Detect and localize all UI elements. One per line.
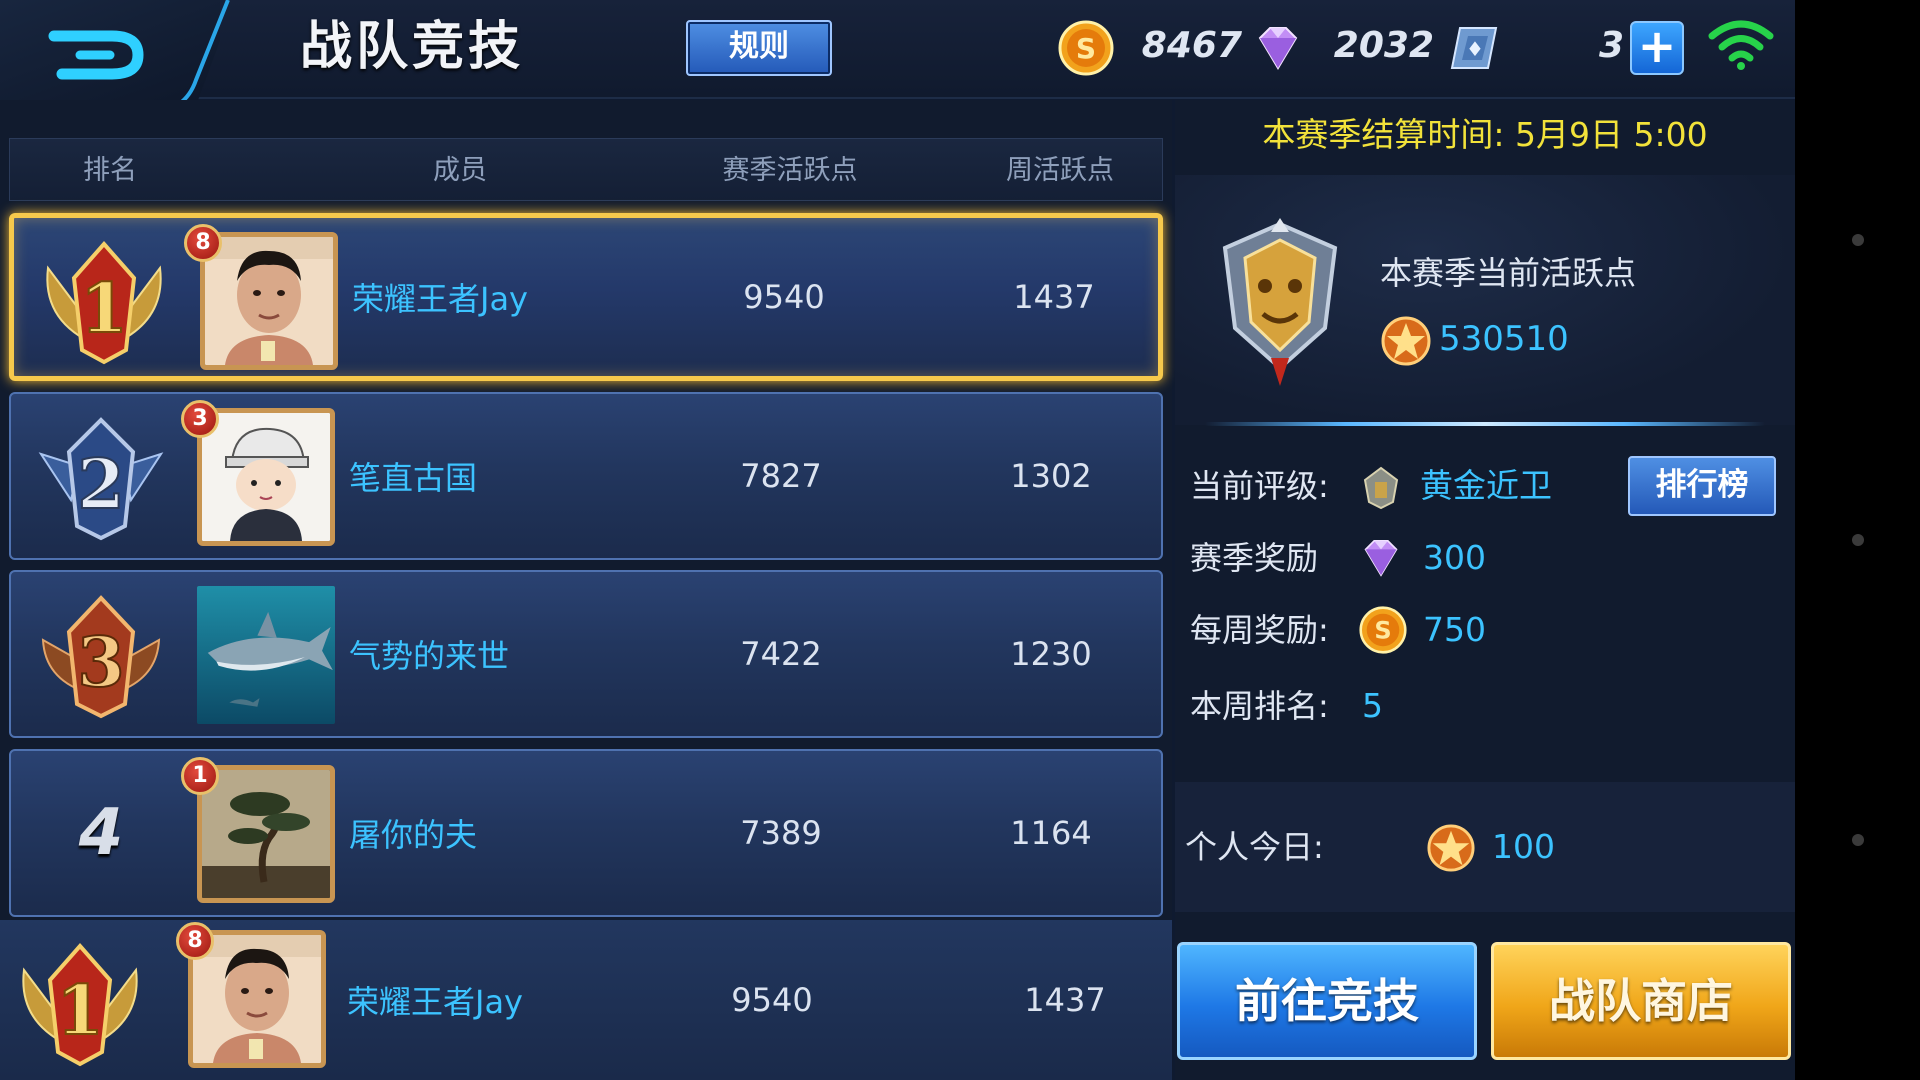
star-medal-icon bbox=[1427, 824, 1475, 872]
svg-text:3: 3 bbox=[77, 623, 124, 703]
svg-text:2: 2 bbox=[77, 445, 124, 525]
gold-coin-icon: S bbox=[1058, 20, 1114, 76]
silver-rank-badge-icon: 2 bbox=[38, 417, 164, 541]
level-badge: 8 bbox=[176, 922, 214, 960]
member-name: 气势的来世 bbox=[349, 637, 510, 675]
wifi-signal-icon bbox=[1708, 20, 1774, 70]
page-title: 战队竞技 bbox=[300, 17, 525, 77]
weekly-points: 1230 bbox=[1010, 635, 1092, 673]
rating-value: 黄金近卫 bbox=[1420, 466, 1552, 505]
diamond-icon bbox=[1258, 27, 1298, 70]
man-portrait-icon bbox=[205, 237, 333, 365]
column-season-points: 赛季活跃点 bbox=[722, 155, 858, 186]
personal-today-box: 个人今日: 100 bbox=[1175, 782, 1795, 912]
bonsai-tree-icon bbox=[202, 770, 330, 898]
season-score-label: 本赛季当前活跃点 bbox=[1380, 254, 1637, 292]
svg-text:S: S bbox=[1374, 617, 1391, 645]
rank-number: 4 bbox=[78, 796, 124, 870]
svg-text:1: 1 bbox=[80, 269, 127, 349]
gold-coin-icon: S bbox=[1359, 606, 1407, 654]
season-points: 9540 bbox=[743, 278, 825, 316]
season-score-value: 530510 bbox=[1439, 319, 1569, 359]
cartoon-boy-icon bbox=[202, 413, 330, 541]
column-weekly-points: 周活跃点 bbox=[1006, 155, 1114, 186]
leaderboard-button[interactable]: 排行榜 bbox=[1628, 456, 1776, 516]
level-badge: 8 bbox=[184, 224, 222, 262]
add-currency-button[interactable]: + bbox=[1630, 21, 1684, 75]
week-rank-value: 5 bbox=[1362, 686, 1383, 725]
table-header: 排名 成员 赛季活跃点 周活跃点 bbox=[9, 138, 1163, 201]
table-row[interactable]: 3 气势的来世 7422 1230 bbox=[9, 570, 1163, 738]
table-row[interactable]: 2 3 笔直古国 7827 1302 bbox=[9, 392, 1163, 560]
column-member: 成员 bbox=[433, 155, 487, 186]
diamond-icon bbox=[1364, 540, 1398, 577]
weekly-points: 1437 bbox=[1013, 278, 1095, 316]
nav-dot[interactable] bbox=[1852, 534, 1864, 546]
gold-rank-badge-icon: 1 bbox=[46, 240, 162, 365]
gold-amount: 8467 bbox=[1141, 25, 1242, 66]
go-compete-button[interactable]: 前往竞技 bbox=[1177, 942, 1477, 1060]
bronze-rank-badge-icon: 3 bbox=[41, 595, 161, 719]
season-settlement-time: 本赛季结算时间: 5月9日 5:00 bbox=[1262, 115, 1708, 154]
svg-text:1: 1 bbox=[56, 971, 103, 1051]
weekly-reward-value: 750 bbox=[1423, 610, 1486, 649]
team-shop-button[interactable]: 战队商店 bbox=[1491, 942, 1791, 1060]
member-avatar[interactable] bbox=[197, 408, 335, 546]
season-reward-value: 300 bbox=[1423, 538, 1486, 577]
member-avatar[interactable] bbox=[197, 586, 335, 724]
table-row[interactable]: 1 8 荣耀王者Jay 9540 1437 bbox=[9, 213, 1163, 381]
svg-text:♦: ♦ bbox=[1466, 37, 1484, 61]
member-name: 荣耀王者Jay bbox=[352, 280, 528, 318]
member-avatar[interactable] bbox=[197, 765, 335, 903]
today-label: 个人今日: bbox=[1185, 828, 1324, 866]
today-value: 100 bbox=[1492, 827, 1555, 866]
level-badge: 1 bbox=[181, 757, 219, 795]
top-bar: 战队竞技 规则 S 8467 2032 ♦ 3 + bbox=[0, 0, 1795, 122]
man-portrait-icon bbox=[193, 935, 321, 1063]
shark-icon bbox=[197, 586, 335, 724]
level-badge: 3 bbox=[181, 400, 219, 438]
column-rank: 排名 bbox=[83, 155, 137, 186]
nav-dot[interactable] bbox=[1852, 834, 1864, 846]
diamond-amount: 2032 bbox=[1333, 25, 1434, 66]
table-row[interactable]: 4 1 屠你的夫 7389 1164 bbox=[9, 749, 1163, 917]
my-ranking-row[interactable]: 1 8 荣耀王者Jay 9540 1437 bbox=[0, 920, 1172, 1080]
voucher-icon: ♦ bbox=[1450, 27, 1498, 69]
rules-button[interactable]: 规则 bbox=[686, 20, 832, 76]
weekly-points: 1164 bbox=[1010, 814, 1092, 852]
season-points: 7827 bbox=[740, 457, 822, 495]
weekly-points: 1437 bbox=[1024, 981, 1106, 1019]
divider-glow bbox=[1205, 422, 1765, 426]
nav-dot[interactable] bbox=[1852, 234, 1864, 246]
member-name: 屠你的夫 bbox=[349, 816, 478, 854]
svg-text:S: S bbox=[1076, 32, 1096, 65]
member-name: 荣耀王者Jay bbox=[347, 983, 523, 1021]
gold-rank-badge-icon: 1 bbox=[22, 942, 138, 1067]
season-points: 9540 bbox=[731, 981, 813, 1019]
weekly-points: 1302 bbox=[1010, 457, 1092, 495]
season-reward-label: 赛季奖励 bbox=[1190, 539, 1319, 577]
team-status-panel: 本赛季结算时间: 5月9日 5:00 本赛季当前活跃点 530510 当前评级:… bbox=[1175, 100, 1795, 1080]
rank-helmet-icon bbox=[1363, 466, 1399, 510]
back-arrow-icon[interactable] bbox=[40, 22, 150, 88]
week-rank-label: 本周排名: bbox=[1190, 687, 1329, 725]
season-points: 7422 bbox=[740, 635, 822, 673]
rating-label: 当前评级: bbox=[1190, 467, 1329, 505]
lion-emblem-icon bbox=[1222, 218, 1338, 386]
member-avatar[interactable] bbox=[200, 232, 338, 370]
star-medal-icon bbox=[1381, 316, 1431, 366]
weekly-reward-label: 每周奖励: bbox=[1190, 611, 1329, 649]
member-ranking-panel: 排名 成员 赛季活跃点 周活跃点 1 8 荣耀王者Jay 9540 1437 2… bbox=[0, 100, 1172, 1080]
season-points: 7389 bbox=[740, 814, 822, 852]
voucher-amount: 3 bbox=[1598, 25, 1624, 66]
member-name: 笔直古国 bbox=[349, 459, 478, 497]
